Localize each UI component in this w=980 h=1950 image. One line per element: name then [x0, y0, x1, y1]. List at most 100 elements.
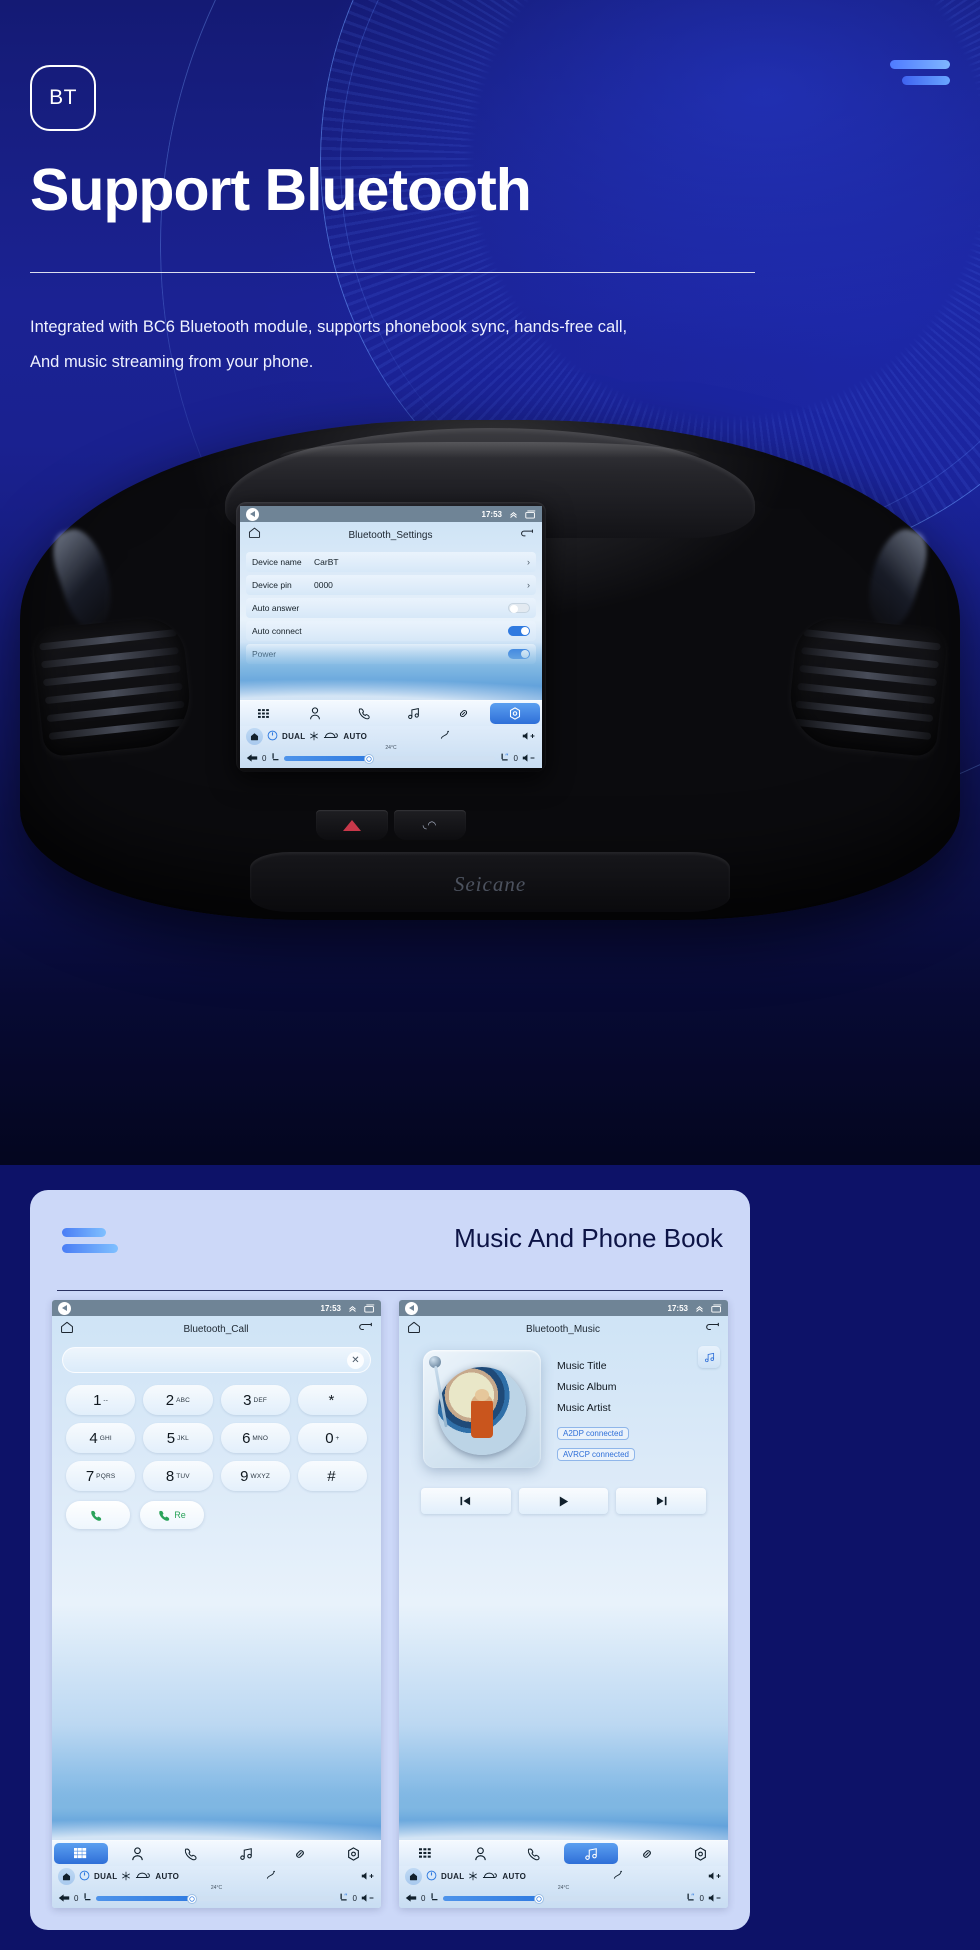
hvac-volume-up-icon[interactable]: [522, 731, 536, 743]
key-7[interactable]: 7 PQRS: [66, 1461, 136, 1491]
hvac-ac-icon[interactable]: [309, 731, 319, 743]
auto-answer-toggle[interactable]: [508, 603, 530, 613]
next-track-button[interactable]: [616, 1488, 707, 1514]
nav-item-contacts[interactable]: [453, 1841, 507, 1866]
nav-item-contacts[interactable]: [110, 1841, 164, 1866]
nav-item-contacts[interactable]: [290, 701, 340, 726]
nav-item-apps[interactable]: [240, 701, 290, 726]
status-back-icon[interactable]: [405, 1301, 418, 1315]
status-back-icon[interactable]: [58, 1301, 71, 1315]
bluetooth-call-screenshot[interactable]: 17:53 Bluetooth_Call ✕ 1 -- 2 ABC 3 DEF …: [52, 1300, 381, 1908]
hvac-defrost-icon[interactable]: [439, 730, 450, 743]
hvac-recirculate-icon[interactable]: [135, 1871, 151, 1882]
hvac-home-button[interactable]: [58, 1868, 75, 1885]
hvac-back-icon[interactable]: [405, 1893, 417, 1905]
hvac-home-button[interactable]: [246, 728, 263, 745]
key-9[interactable]: 9 WXYZ: [220, 1461, 290, 1491]
hvac-seat-heater-icon[interactable]: [499, 752, 510, 765]
auto-connect-toggle[interactable]: [508, 626, 530, 636]
recent-apps-icon[interactable]: [711, 1303, 722, 1313]
hvac-seat-icon[interactable]: [270, 752, 280, 765]
hvac-seat-heater-icon[interactable]: [685, 1892, 696, 1905]
hvac-volume-up-icon[interactable]: [361, 1871, 375, 1883]
nav-item-music[interactable]: [219, 1841, 273, 1866]
back-icon[interactable]: [358, 1320, 373, 1338]
key-0[interactable]: 0 +: [297, 1423, 367, 1453]
playlist-button[interactable]: [698, 1346, 720, 1368]
chevron-up-icon[interactable]: [509, 510, 518, 519]
hvac-dual-label[interactable]: DUAL: [441, 1872, 464, 1881]
back-icon[interactable]: [520, 526, 534, 544]
key-4[interactable]: 4 GHI: [66, 1423, 136, 1453]
hvac-fan-slider[interactable]: [284, 753, 495, 764]
setting-row-power[interactable]: Power: [246, 644, 536, 664]
hvac-auto-label[interactable]: AUTO: [343, 732, 367, 741]
hvac-dual-label[interactable]: DUAL: [282, 732, 305, 741]
home-icon[interactable]: [407, 1320, 421, 1339]
home-icon[interactable]: [60, 1320, 74, 1339]
nav-item-apps[interactable]: [399, 1841, 453, 1866]
hvac-power-icon[interactable]: [79, 1870, 90, 1883]
hvac-power-icon[interactable]: [267, 730, 278, 743]
hvac-defrost-icon[interactable]: [265, 1870, 276, 1883]
hvac-seat-icon[interactable]: [82, 1892, 92, 1905]
nav-item-settings[interactable]: [327, 1841, 381, 1866]
clear-input-icon[interactable]: ✕: [347, 1351, 364, 1369]
nav-item-link[interactable]: [273, 1841, 327, 1866]
hvac-seat-heater-icon[interactable]: [338, 1892, 349, 1905]
hvac-volume-down-icon[interactable]: [522, 753, 536, 765]
home-icon[interactable]: [248, 526, 261, 544]
nav-item-link[interactable]: [439, 701, 489, 726]
chevron-right-icon[interactable]: ›: [527, 580, 530, 590]
nav-item-settings[interactable]: [490, 703, 541, 724]
hvac-home-button[interactable]: [405, 1868, 422, 1885]
key-8[interactable]: 8 TUV: [143, 1461, 213, 1491]
hazard-light-button[interactable]: [316, 810, 388, 840]
head-unit-screen[interactable]: 17:53 Bluetooth_Settings Device name Car…: [240, 506, 542, 768]
nav-item-settings[interactable]: [674, 1841, 728, 1866]
nav-item-phone[interactable]: [164, 1841, 218, 1866]
status-back-icon[interactable]: [246, 507, 259, 521]
hvac-volume-down-icon[interactable]: [361, 1893, 375, 1905]
hvac-back-icon[interactable]: [58, 1893, 70, 1905]
setting-row-auto-connect[interactable]: Auto connect: [246, 621, 536, 641]
dial-input[interactable]: ✕: [62, 1347, 371, 1373]
hvac-recirculate-icon[interactable]: [323, 731, 339, 742]
card-menu-icon[interactable]: [62, 1228, 118, 1260]
hvac-volume-down-icon[interactable]: [708, 1893, 722, 1905]
key-3[interactable]: 3 DEF: [220, 1385, 290, 1415]
setting-row-device-pin[interactable]: Device pin 0000 ›: [246, 575, 536, 595]
hvac-fan-slider[interactable]: [443, 1893, 681, 1904]
key-2[interactable]: 2 ABC: [143, 1385, 213, 1415]
hvac-auto-label[interactable]: AUTO: [155, 1872, 179, 1881]
nav-item-music[interactable]: [563, 1843, 618, 1864]
hvac-recirculate-icon[interactable]: [482, 1871, 498, 1882]
key-star[interactable]: *: [297, 1385, 367, 1415]
hvac-ac-icon[interactable]: [468, 1871, 478, 1883]
hvac-power-icon[interactable]: [426, 1870, 437, 1883]
chevron-up-icon[interactable]: [348, 1304, 357, 1313]
key-hash[interactable]: #: [297, 1461, 367, 1491]
redial-button[interactable]: Re: [140, 1501, 204, 1529]
hvac-seat-icon[interactable]: [429, 1892, 439, 1905]
nav-item-phone[interactable]: [339, 701, 389, 726]
nav-item-link[interactable]: [620, 1841, 674, 1866]
play-button[interactable]: [518, 1488, 609, 1514]
previous-track-button[interactable]: [421, 1488, 511, 1514]
back-icon[interactable]: [705, 1320, 720, 1338]
recent-apps-icon[interactable]: [525, 509, 536, 519]
hvac-dual-label[interactable]: DUAL: [94, 1872, 117, 1881]
hvac-volume-up-icon[interactable]: [708, 1871, 722, 1883]
nav-item-apps[interactable]: [54, 1843, 109, 1864]
hvac-fan-slider[interactable]: [96, 1893, 334, 1904]
power-toggle[interactable]: [508, 649, 530, 659]
rear-defog-button[interactable]: ◟◠: [394, 810, 466, 840]
hvac-ac-icon[interactable]: [121, 1871, 131, 1883]
hvac-defrost-icon[interactable]: [612, 1870, 623, 1883]
bluetooth-music-screenshot[interactable]: 17:53 Bluetooth_Music Music Title Music …: [399, 1300, 728, 1908]
key-1[interactable]: 1 --: [66, 1385, 136, 1415]
key-5[interactable]: 5 JKL: [143, 1423, 213, 1453]
dial-button[interactable]: [66, 1501, 130, 1529]
key-6[interactable]: 6 MNO: [220, 1423, 290, 1453]
nav-item-phone[interactable]: [507, 1841, 561, 1866]
